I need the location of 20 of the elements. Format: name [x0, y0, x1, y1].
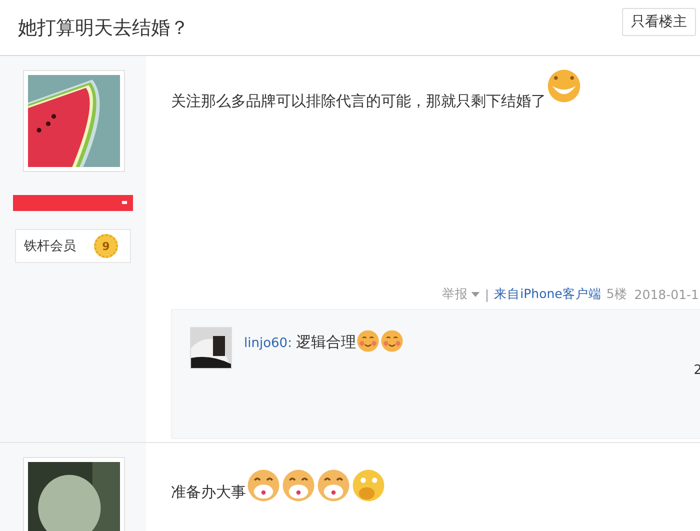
separator: | [484, 287, 490, 302]
covering-mouth-face-icon [351, 468, 386, 503]
level-badge: 9 [94, 234, 118, 258]
thread-title: 她打算明天去结婚？ [18, 16, 189, 40]
smiley-icon [546, 68, 582, 104]
blushing-face-icon [356, 329, 380, 353]
floor-number: 5楼 [606, 286, 628, 303]
reply-username[interactable]: linjo60: [244, 336, 292, 351]
caret-icon[interactable] [470, 292, 480, 297]
reply-text: 逻辑合理 [296, 333, 356, 352]
author-only-button[interactable]: 只看楼主 [622, 8, 696, 36]
laughing-face-icon [281, 468, 316, 503]
laughing-face-icon [316, 468, 351, 503]
post-date: 2018-01-1 [634, 287, 699, 302]
post-text: 准备办大事 [171, 482, 246, 503]
source-link[interactable]: 来自iPhone客户端 [494, 286, 602, 303]
laughing-face-icon [246, 468, 281, 503]
member-label: 铁杆会员 [24, 238, 76, 255]
post-text: 关注那么多品牌可以排除代言的可能，那就只剩下结婚了 [171, 91, 546, 112]
blushing-face-icon [380, 329, 404, 353]
